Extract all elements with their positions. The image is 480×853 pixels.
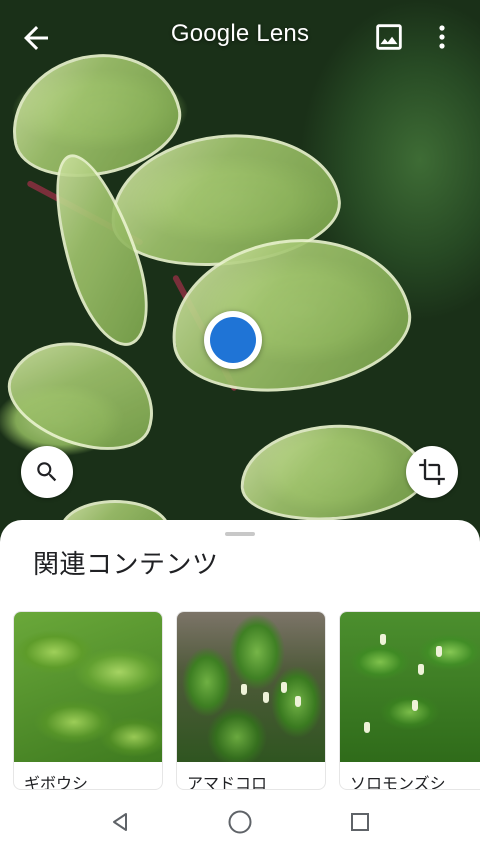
flower-bell xyxy=(364,722,370,733)
flower-bell xyxy=(380,634,386,645)
result-card[interactable]: ソロモンズシ xyxy=(339,611,480,790)
drag-handle[interactable] xyxy=(225,532,255,536)
flower-bell xyxy=(295,696,301,707)
result-thumbnail xyxy=(340,612,480,762)
image-icon xyxy=(376,24,402,50)
result-thumbnail xyxy=(177,612,325,762)
result-label: ソロモンズシ xyxy=(350,774,446,790)
camera-viewfinder[interactable]: Google Lens xyxy=(0,0,480,560)
crop-icon xyxy=(419,459,445,485)
search-icon xyxy=(37,462,57,482)
system-nav-bar xyxy=(0,790,480,853)
nav-back-triangle-icon xyxy=(113,813,127,831)
results-sheet[interactable]: 関連コンテンツ ギボウシ アマドコロ ソロモンズシ xyxy=(0,520,480,790)
crop-button[interactable] xyxy=(406,446,458,498)
search-button[interactable] xyxy=(21,446,73,498)
result-label: ギボウシ xyxy=(24,774,89,790)
flower-bell xyxy=(281,682,287,693)
nav-home-button[interactable] xyxy=(226,808,254,836)
sheet-title: 関連コンテンツ xyxy=(33,550,219,580)
flower-bell xyxy=(241,684,247,695)
result-thumbnail xyxy=(14,612,162,762)
result-card[interactable]: アマドコロ xyxy=(176,611,326,790)
flower-bell xyxy=(263,692,269,703)
more-vert-icon xyxy=(439,25,445,49)
result-label: アマドコロ xyxy=(187,774,268,790)
nav-recents-button[interactable] xyxy=(346,808,374,836)
gallery-button[interactable] xyxy=(372,20,406,54)
top-bar: Google Lens xyxy=(0,0,480,70)
nav-recents-square-icon xyxy=(351,813,369,831)
more-options-button[interactable] xyxy=(430,20,454,54)
flower-bell xyxy=(418,664,424,675)
plant-leaf xyxy=(0,322,171,468)
result-card[interactable]: ギボウシ xyxy=(13,611,163,790)
nav-home-circle-icon xyxy=(228,810,252,834)
flower-bell xyxy=(412,700,418,711)
results-carousel[interactable]: ギボウシ アマドコロ ソロモンズシ xyxy=(0,611,480,790)
app-title: Google Lens xyxy=(170,20,310,47)
nav-back-button[interactable] xyxy=(106,808,134,836)
plant-leaf xyxy=(236,418,429,527)
flower-bell xyxy=(436,646,442,657)
selection-point[interactable] xyxy=(204,311,262,369)
